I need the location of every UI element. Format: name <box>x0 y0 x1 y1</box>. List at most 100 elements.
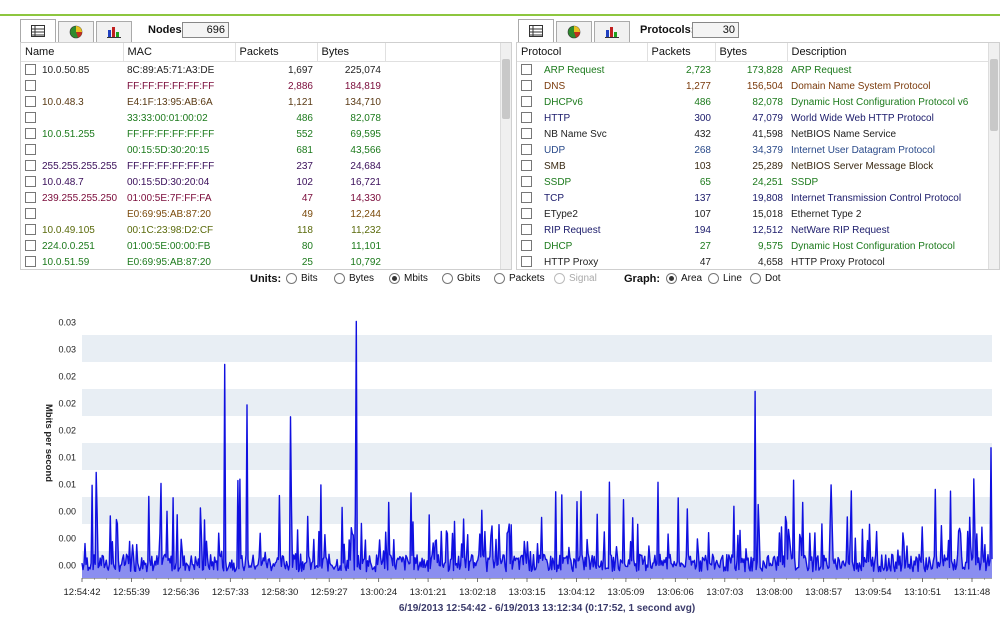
graph-option-area[interactable]: Area <box>666 273 702 284</box>
left-table-tab[interactable] <box>20 19 56 42</box>
protocol-checkbox[interactable] <box>521 176 532 188</box>
protocol-checkbox[interactable] <box>521 160 532 172</box>
protocol-row[interactable]: DHCPv6 486 82,078 Dynamic Host Configuratio… <box>517 94 999 110</box>
radio-line[interactable] <box>708 273 719 284</box>
node-row[interactable]: 33:33:00:01:00:02 486 82,078 <box>21 110 511 126</box>
node-checkbox[interactable] <box>25 256 36 268</box>
node-name: 10.0.51.255 <box>42 128 95 140</box>
node-checkbox[interactable] <box>25 64 36 76</box>
radio-gbits[interactable] <box>442 273 453 284</box>
protocol-row[interactable]: ARP Request 2,723 173,828 ARP Request <box>517 62 999 79</box>
protocol-row[interactable]: RIP Request 194 12,512 NetWare RIP Request <box>517 222 999 238</box>
col-protocol-bytes[interactable]: Bytes <box>715 43 788 62</box>
nodes-scroll-thumb[interactable] <box>502 59 510 119</box>
node-checkbox[interactable] <box>25 160 36 172</box>
node-checkbox[interactable] <box>25 112 36 124</box>
unit-option-gbits[interactable]: Gbits <box>442 273 480 284</box>
node-checkbox[interactable] <box>25 80 36 92</box>
node-row[interactable]: FF:FF:FF:FF:FF:FF 2,886 184,819 <box>21 78 511 94</box>
node-row[interactable]: 10.0.51.59 E0:69:95:AB:87:20 25 10,792 <box>21 254 511 269</box>
protocol-row[interactable]: TCP 137 19,808 Internet Transmission Contro… <box>517 190 999 206</box>
protocol-row[interactable]: EType2 107 15,018 Ethernet Type 2 <box>517 206 999 222</box>
right-table-tab[interactable] <box>518 19 554 42</box>
node-checkbox[interactable] <box>25 192 36 204</box>
col-name[interactable]: Name <box>21 43 124 62</box>
protocol-checkbox[interactable] <box>521 256 532 268</box>
protocol-row[interactable]: HTTP Proxy 47 4,658 HTTP Proxy Protocol <box>517 254 999 269</box>
unit-option-packets[interactable]: Packets <box>494 273 545 284</box>
pie-chart-icon <box>567 25 581 39</box>
radio-bytes[interactable] <box>334 273 345 284</box>
protocol-row[interactable]: DHCP 27 9,575 Dynamic Host Configuration Pr… <box>517 238 999 254</box>
protocol-checkbox[interactable] <box>521 240 532 252</box>
protocol-checkbox[interactable] <box>521 128 532 140</box>
node-checkbox[interactable] <box>25 208 36 220</box>
protocol-name: NB Name Svc <box>544 128 607 140</box>
protocol-description: Dynamic Host Configuration Protocol <box>791 240 955 252</box>
node-row[interactable]: 10.0.48.3 E4:1F:13:95:AB:6A 1,121 134,710 <box>21 94 511 110</box>
nodes-scrollbar[interactable] <box>500 43 511 269</box>
node-row[interactable]: 255.255.255.255 FF:FF:FF:FF:FF:FF 237 24,68… <box>21 158 511 174</box>
right-bar-tab[interactable] <box>594 21 630 42</box>
node-name: 239.255.255.250 <box>42 192 118 204</box>
col-mac[interactable]: MAC <box>123 43 236 62</box>
protocol-checkbox[interactable] <box>521 192 532 204</box>
unit-option-bytes[interactable]: Bytes <box>334 273 374 284</box>
node-row[interactable]: 10.0.48.7 00:15:5D:30:20:04 102 16,721 <box>21 174 511 190</box>
col-bytes[interactable]: Bytes <box>317 43 386 62</box>
protocol-row[interactable]: NB Name Svc 432 41,598 NetBIOS Name Service <box>517 126 999 142</box>
radio-dot[interactable] <box>750 273 761 284</box>
node-row[interactable]: 10.0.51.255 FF:FF:FF:FF:FF:FF 552 69,595 <box>21 126 511 142</box>
node-bytes: 43,566 <box>350 144 381 156</box>
node-row[interactable]: 10.0.49.105 00:1C:23:98:D2:CF 118 11,232 <box>21 222 511 238</box>
protocol-row[interactable]: HTTP 300 47,079 World Wide Web HTTP Protoco… <box>517 110 999 126</box>
node-row[interactable]: 239.255.255.250 01:00:5E:7F:FF:FA 47 14,330 <box>21 190 511 206</box>
node-checkbox[interactable] <box>25 96 36 108</box>
protocol-checkbox[interactable] <box>521 208 532 220</box>
protocol-description: Internet Transmission Control Protocol <box>791 192 962 204</box>
protocol-checkbox[interactable] <box>521 144 532 156</box>
graph-option-dot[interactable]: Dot <box>750 273 781 284</box>
protocol-row[interactable]: UDP 268 34,379 Internet User Datagram Proto… <box>517 142 999 158</box>
radio-bits[interactable] <box>286 273 297 284</box>
node-row[interactable]: 10.0.50.85 8C:89:A5:71:A3:DE 1,697 225,074 <box>21 62 511 79</box>
unit-option-mbits[interactable]: Mbits <box>389 273 428 284</box>
protocol-name: HTTP <box>544 112 571 124</box>
protocol-checkbox[interactable] <box>521 224 532 236</box>
protocol-name: DNS <box>544 80 566 92</box>
right-pie-tab[interactable] <box>556 21 592 42</box>
protocols-scrollbar[interactable] <box>988 43 999 269</box>
node-row[interactable]: E0:69:95:AB:87:20 49 12,244 <box>21 206 511 222</box>
x-tick-label: 13:07:03 <box>706 587 743 598</box>
protocol-checkbox[interactable] <box>521 112 532 124</box>
protocol-row[interactable]: SMB 103 25,289 NetBIOS Server Message Block <box>517 158 999 174</box>
radio-mbits[interactable] <box>389 273 400 284</box>
node-checkbox[interactable] <box>25 224 36 236</box>
node-checkbox[interactable] <box>25 128 36 140</box>
protocols-scroll-thumb[interactable] <box>990 59 998 131</box>
left-bar-tab[interactable] <box>96 21 132 42</box>
left-pie-tab[interactable] <box>58 21 94 42</box>
protocol-row[interactable]: SSDP 65 24,251 SSDP <box>517 174 999 190</box>
chart-band <box>82 389 992 416</box>
col-protocol-packets[interactable]: Packets <box>647 43 716 62</box>
col-description[interactable]: Description <box>787 43 999 62</box>
radio-area[interactable] <box>666 273 677 284</box>
radio-packets[interactable] <box>494 273 505 284</box>
node-checkbox[interactable] <box>25 176 36 188</box>
protocol-checkbox[interactable] <box>521 80 532 92</box>
protocol-checkbox[interactable] <box>521 96 532 108</box>
col-protocol[interactable]: Protocol <box>517 43 648 62</box>
graph-option-line[interactable]: Line <box>708 273 742 284</box>
node-row[interactable]: 224.0.0.251 01:00:5E:00:00:FB 80 11,101 <box>21 238 511 254</box>
unit-option-bits[interactable]: Bits <box>286 273 318 284</box>
protocol-checkbox[interactable] <box>521 64 532 76</box>
node-mac: FF:FF:FF:FF:FF:FF <box>127 128 215 140</box>
col-packets[interactable]: Packets <box>235 43 318 62</box>
protocol-row[interactable]: DNS 1,277 156,504 Domain Name System Protoc… <box>517 78 999 94</box>
node-checkbox[interactable] <box>25 144 36 156</box>
top-bar <box>0 0 1000 16</box>
traffic-chart: 0.03 0.03 0.02 0.02 0.02 0.01 0.01 0.00 0.00 0.00… <box>43 318 993 614</box>
node-checkbox[interactable] <box>25 240 36 252</box>
node-row[interactable]: 00:15:5D:30:20:15 681 43,566 <box>21 142 511 158</box>
